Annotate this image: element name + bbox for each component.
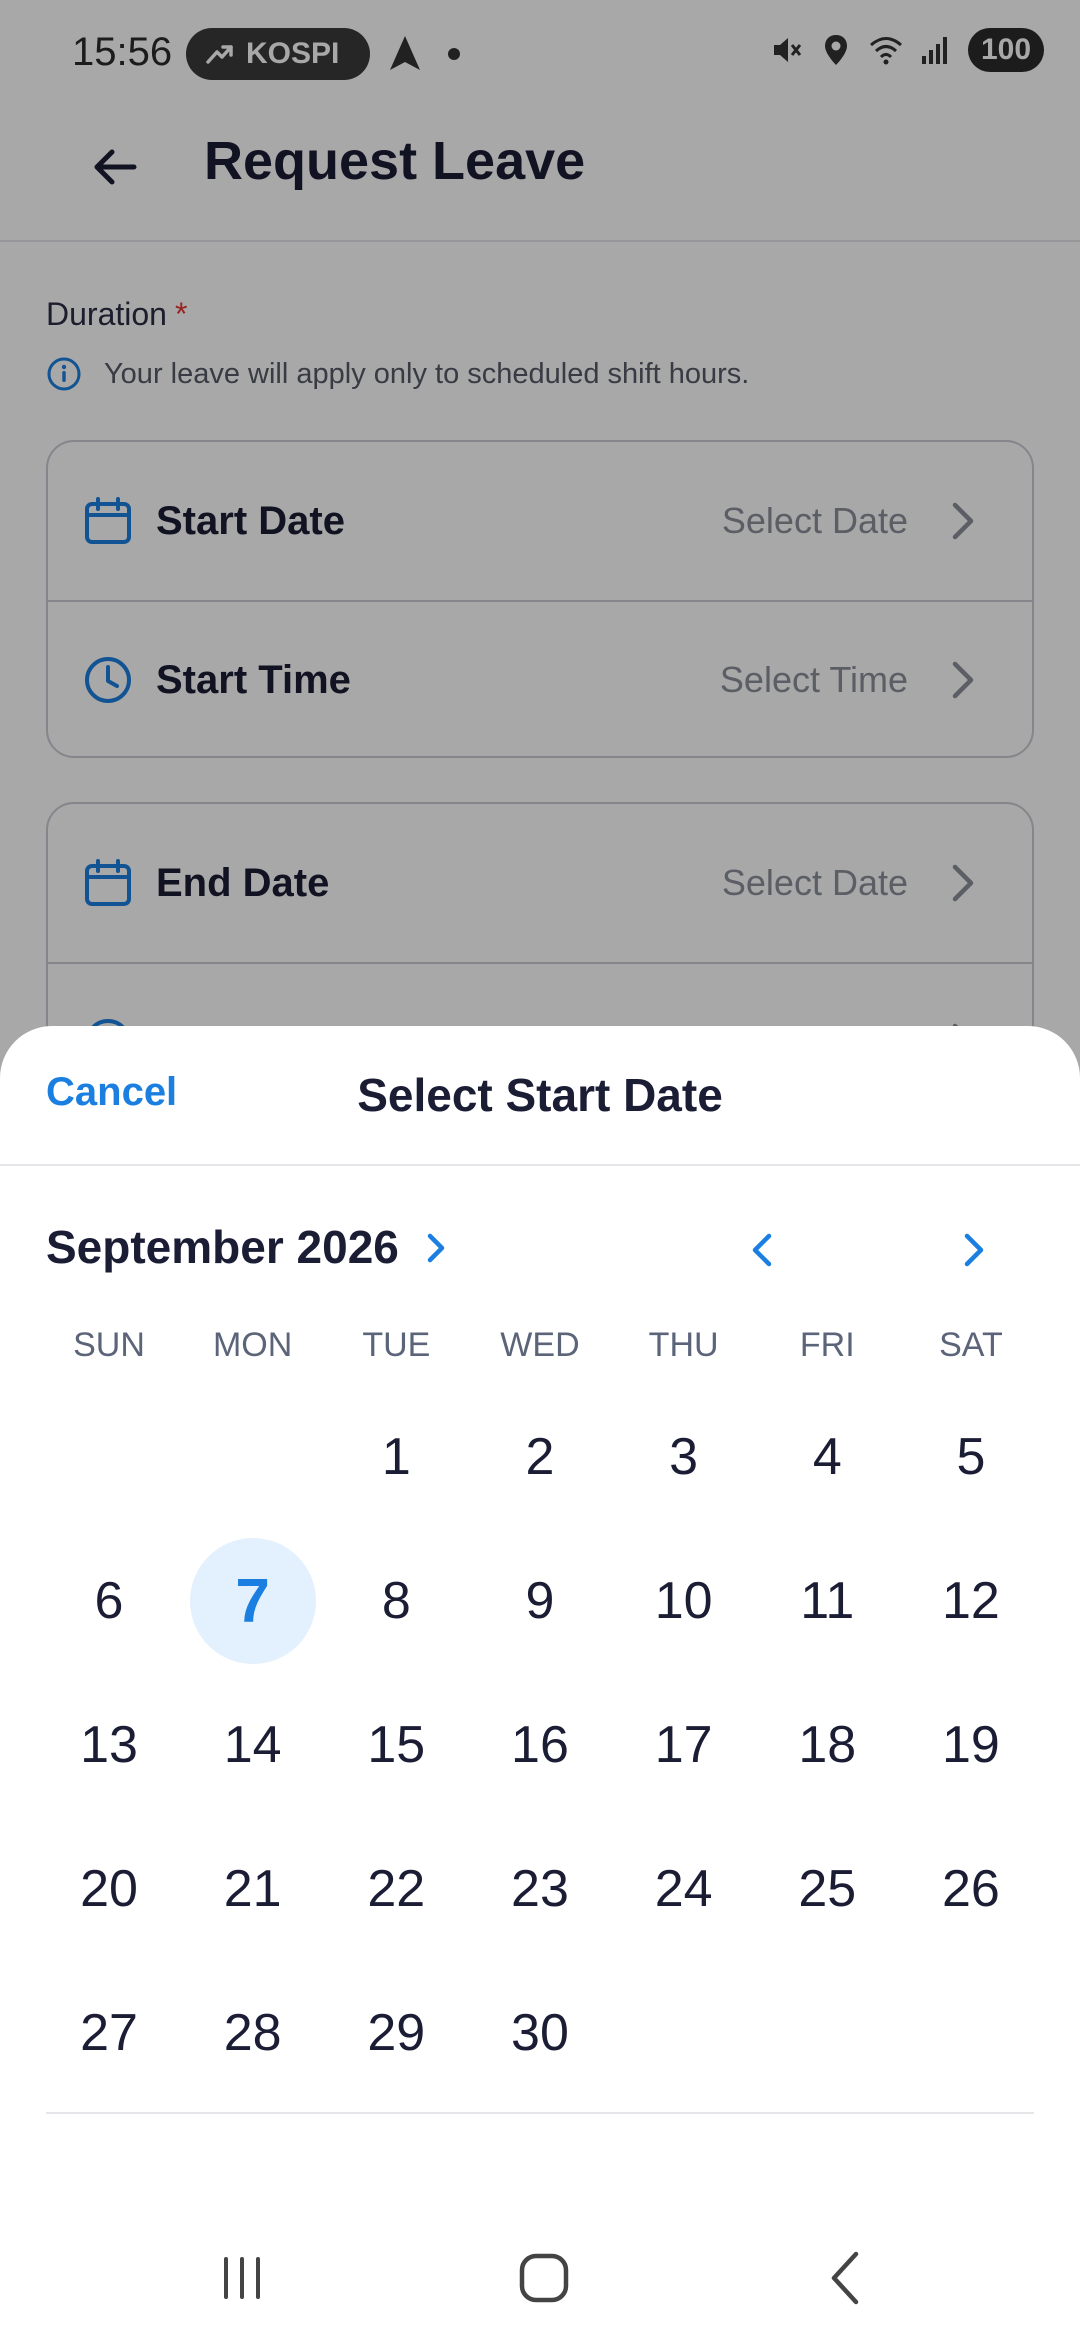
home-button[interactable] [504,2248,584,2308]
weekday-label: MON [212,1326,293,1364]
calendar-day[interactable]: 9 [477,1538,603,1664]
calendar-day[interactable]: 3 [621,1394,747,1520]
calendar-week: 20 21 22 23 24 25 26 [46,1826,1034,1970]
calendar-day[interactable]: 24 [621,1826,747,1952]
system-navigation-bar [0,2208,1080,2340]
calendar-day[interactable]: 8 [333,1538,459,1664]
calendar-day[interactable]: 18 [764,1682,890,1808]
weekday-header: SUN MON TUE WED THU FRI SAT [46,1326,1034,1365]
chevron-left-icon [752,1233,772,1267]
back-nav-button[interactable] [806,2248,886,2308]
calendar-day[interactable]: 16 [477,1682,603,1808]
recent-apps-button[interactable] [202,2248,282,2308]
back-icon [831,2251,859,2305]
calendar-day[interactable]: 30 [477,1970,603,2096]
weekday-label: SAT [939,1326,1003,1364]
calendar-day[interactable]: 6 [46,1538,172,1664]
calendar-day[interactable]: 26 [908,1826,1034,1952]
calendar-day[interactable]: 27 [46,1970,172,2096]
calendar-week: 13 14 15 16 17 18 19 [46,1682,1034,1826]
chevron-right-icon [964,1233,984,1267]
calendar-day[interactable]: 13 [46,1682,172,1808]
calendar-day[interactable]: 19 [908,1682,1034,1808]
date-picker-sheet: Cancel Select Start Date September 2026 … [0,1026,1080,2340]
calendar-day[interactable]: 15 [333,1682,459,1808]
calendar-day[interactable]: 5 [908,1394,1034,1520]
month-label[interactable]: September 2026 [46,1220,399,1274]
sheet-header: Cancel Select Start Date [0,1026,1080,1166]
calendar-day[interactable]: 25 [764,1826,890,1952]
calendar-day[interactable]: 2 [477,1394,603,1520]
calendar-day[interactable]: 4 [764,1394,890,1520]
calendar-day[interactable]: 14 [190,1682,316,1808]
calendar-grid: 1 2 3 4 5 6 7 8 9 10 11 12 13 14 15 16 17 18 19 20 21 22 23 24 2… [46,1394,1034,2114]
calendar-day[interactable]: 17 [621,1682,747,1808]
divider [46,2112,1034,2114]
chevron-right-icon[interactable] [422,1226,452,1270]
weekday-label: TUE [362,1326,431,1364]
recent-apps-icon [224,2257,260,2299]
calendar-day[interactable]: 20 [46,1826,172,1952]
weekday-label: THU [648,1326,719,1364]
calendar-day[interactable]: 12 [908,1538,1034,1664]
weekday-label: SUN [73,1326,145,1364]
next-month-button[interactable] [944,1220,1004,1280]
calendar-day[interactable]: 22 [333,1826,459,1952]
weekday-label: WED [500,1326,580,1364]
calendar-day[interactable]: 23 [477,1826,603,1952]
calendar-day[interactable]: 10 [621,1538,747,1664]
calendar-day[interactable]: 11 [764,1538,890,1664]
calendar-week: 27 28 29 30 [46,1970,1034,2114]
calendar-day[interactable]: 29 [333,1970,459,2096]
month-navigation: September 2026 [46,1220,1034,1290]
home-icon [519,2253,569,2303]
previous-month-button[interactable] [732,1220,792,1280]
calendar-day[interactable]: 21 [190,1826,316,1952]
sheet-title: Select Start Date [357,1069,723,1121]
calendar-week: 6 7 8 9 10 11 12 [46,1538,1034,1682]
weekday-label: FRI [799,1326,855,1364]
calendar-week: 12345 [46,1394,1034,1538]
calendar-day-selected[interactable]: 7 [189,1538,316,1664]
calendar-day[interactable]: 28 [190,1970,316,2096]
calendar-day[interactable]: 1 [333,1394,459,1520]
